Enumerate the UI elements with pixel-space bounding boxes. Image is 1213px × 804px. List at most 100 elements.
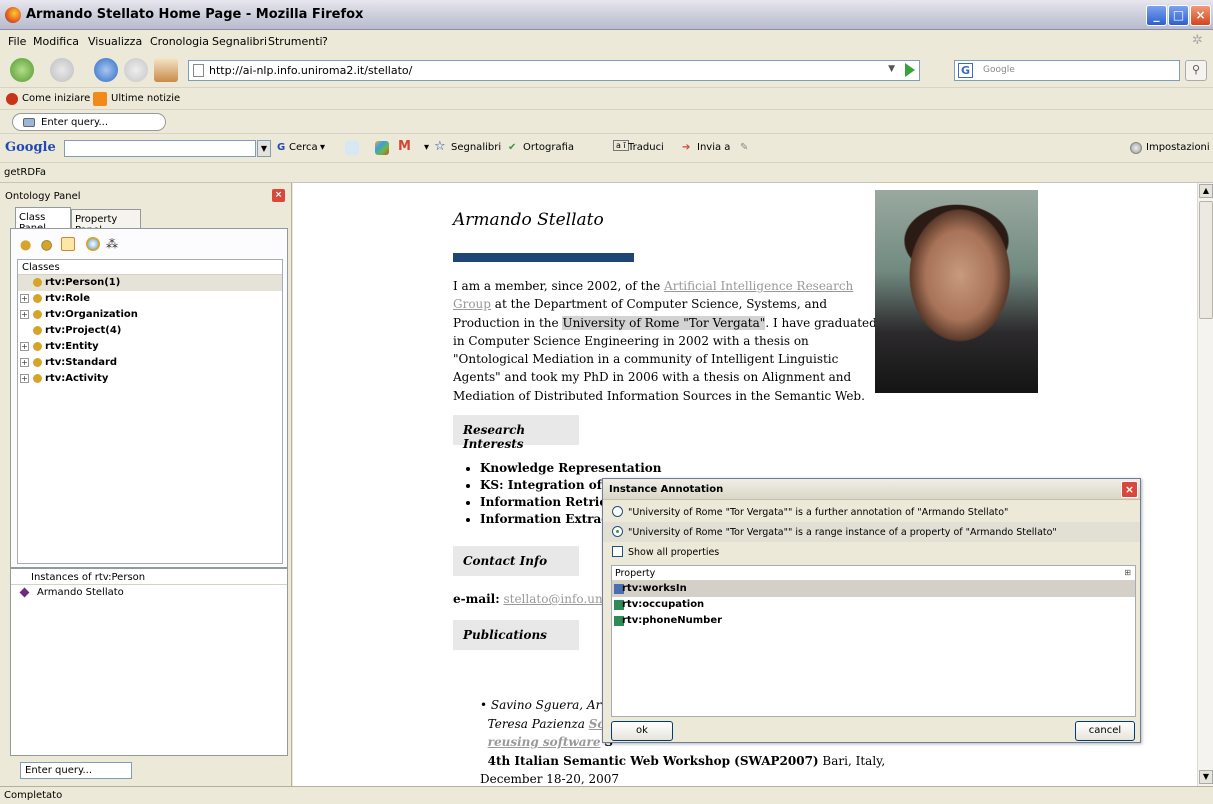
panel-query-input[interactable]: Enter query... [20, 762, 132, 779]
stop-button[interactable] [124, 58, 148, 82]
ortografia-button[interactable]: Ortografia [523, 142, 574, 153]
option-label: "University of Rome "Tor Vergata"" is a … [628, 507, 1009, 518]
class-icon [33, 326, 42, 335]
bookmark-ultime-notizie[interactable]: Ultime notizie [111, 93, 180, 104]
cerca-dropdown-icon[interactable]: ▾ [320, 142, 325, 153]
dropdown-arrow-icon: ▾ [424, 142, 430, 153]
tree-row-entity[interactable]: + rtv:Entity [18, 339, 282, 355]
google-logo[interactable]: Google [5, 140, 56, 155]
pencil-icon[interactable]: ✎ [740, 142, 748, 153]
expand-icon[interactable]: + [20, 294, 29, 303]
tree-row-person[interactable]: rtv:Person(1) [18, 275, 282, 291]
home-button[interactable] [154, 58, 178, 82]
go-icon[interactable] [905, 63, 915, 77]
search-button[interactable]: ⚲ [1185, 60, 1207, 81]
add-subclass-icon[interactable] [41, 237, 55, 251]
class-panel-body: ⁂ Classes rtv:Person(1) + rtv:Role + rtv… [10, 228, 288, 568]
maximize-button[interactable]: □ [1168, 5, 1189, 26]
bookmark-come-iniziare[interactable]: Come iniziare [22, 93, 90, 104]
menu-modifica[interactable]: Modifica [33, 35, 79, 48]
url-dropdown-icon[interactable]: ▼ [888, 64, 895, 74]
tree-row-organization[interactable]: + rtv:Organization [18, 307, 282, 323]
tree-row-project[interactable]: rtv:Project(4) [18, 323, 282, 339]
traduci-button[interactable]: Traduci [628, 142, 664, 153]
checkbox-icon[interactable] [612, 546, 623, 557]
minimize-button[interactable]: _ [1146, 5, 1167, 26]
hierarchy-icon[interactable]: ⁂ [106, 237, 120, 251]
property-label: rtv:phoneNumber [622, 615, 723, 626]
option-range-instance[interactable]: "University of Rome "Tor Vergata"" is a … [603, 522, 1140, 542]
instances-list: Instances of rtv:Person Armando Stellato [10, 568, 288, 756]
show-all-properties[interactable]: Show all properties [603, 542, 1140, 562]
search-box[interactable]: G Google [954, 60, 1180, 81]
tree-row-activity[interactable]: + rtv:Activity [18, 371, 282, 387]
invia-button[interactable]: Invia a [697, 142, 730, 153]
option-further-annotation[interactable]: "University of Rome "Tor Vergata"" is a … [603, 502, 1140, 522]
intro-text: I am a member, since 2002, of the [453, 279, 665, 293]
impostazioni-button[interactable]: Impostazioni [1146, 142, 1210, 153]
export-icon[interactable] [61, 237, 75, 251]
reload-button[interactable] [94, 58, 118, 82]
tab-property-panel[interactable]: Property Panel [71, 209, 141, 236]
url-bar[interactable]: http://ai-nlp.info.uniroma2.it/stellato/… [188, 60, 920, 81]
menu-segnalibri[interactable]: Segnalibri [212, 35, 267, 48]
menu-visualizza[interactable]: Visualizza [88, 35, 142, 48]
tree-row-standard[interactable]: + rtv:Standard [18, 355, 282, 371]
cerca-button[interactable]: Cerca [289, 142, 318, 153]
news-icon[interactable] [345, 141, 359, 155]
scroll-up-icon[interactable]: ▲ [1199, 184, 1213, 198]
apps-icon[interactable] [375, 141, 389, 155]
ok-button[interactable]: ok [611, 721, 673, 741]
status-bar: Completato [0, 786, 1213, 804]
contact-info-header: Contact Info [453, 546, 579, 576]
query-toolbar: Enter query... [0, 110, 1213, 134]
menu-file[interactable]: File [8, 35, 26, 48]
panel-close-icon[interactable]: × [272, 189, 285, 202]
google-dropdown-icon[interactable]: ▼ [257, 140, 271, 157]
class-icon [33, 374, 42, 383]
column-control-icon[interactable]: ⊞ [1124, 568, 1131, 577]
query-input[interactable]: Enter query... [12, 113, 166, 131]
google-toolbar-input[interactable] [64, 140, 256, 157]
radio-selected-icon[interactable] [612, 526, 623, 537]
property-header-label: Property [615, 568, 656, 579]
class-label: rtv:Activity [45, 373, 109, 384]
star-icon[interactable]: ☆ [434, 139, 446, 154]
window-title: Armando Stellato Home Page - Mozilla Fir… [26, 7, 364, 22]
class-label: rtv:Entity [45, 341, 99, 352]
page-scrollbar[interactable]: ▲ ▼ [1197, 183, 1213, 786]
menu-cronologia[interactable]: Cronologia [150, 35, 209, 48]
google-search-icon[interactable]: G [958, 63, 973, 78]
scroll-thumb[interactable] [1199, 201, 1213, 319]
expand-icon[interactable]: + [20, 342, 29, 351]
expand-icon[interactable]: + [20, 358, 29, 367]
class-label: rtv:Role [45, 293, 91, 304]
instance-annotation-dialog: Instance Annotation × "University of Rom… [602, 478, 1141, 743]
cancel-button[interactable]: cancel [1075, 721, 1135, 741]
property-row-worksin[interactable]: rtv:worksIn [612, 581, 1135, 597]
option-label: "University of Rome "Tor Vergata"" is a … [628, 527, 1057, 538]
property-row-phonenumber[interactable]: rtv:phoneNumber [612, 613, 1135, 629]
panel-title: Ontology Panel [5, 191, 81, 202]
expand-icon[interactable]: + [20, 374, 29, 383]
segnalibri-button[interactable]: Segnalibri [451, 142, 501, 153]
radio-icon[interactable] [612, 506, 623, 517]
property-row-occupation[interactable]: rtv:occupation [612, 597, 1135, 613]
add-class-icon[interactable] [20, 237, 34, 251]
get-rdfa-button[interactable]: getRDFa [4, 167, 46, 178]
scroll-down-icon[interactable]: ▼ [1199, 770, 1213, 784]
highlighted-university[interactable]: University of Rome "Tor Vergata" [562, 315, 766, 330]
forward-button[interactable] [50, 58, 74, 82]
close-button[interactable]: × [1190, 5, 1211, 26]
dialog-close-icon[interactable]: × [1121, 481, 1138, 498]
tree-row-role[interactable]: + rtv:Role [18, 291, 282, 307]
menu-help[interactable]: ? [322, 35, 328, 48]
pub-title-link[interactable]: reusing software [488, 735, 601, 749]
expand-icon[interactable]: + [20, 310, 29, 319]
search-class-icon[interactable] [86, 237, 100, 251]
menu-strumenti[interactable]: Strumenti [268, 35, 323, 48]
instance-row[interactable]: Armando Stellato [11, 585, 287, 601]
gmail-icon[interactable]: M [398, 139, 411, 154]
back-button[interactable] [10, 58, 34, 82]
tab-class-panel[interactable]: Class Panel [15, 207, 71, 234]
